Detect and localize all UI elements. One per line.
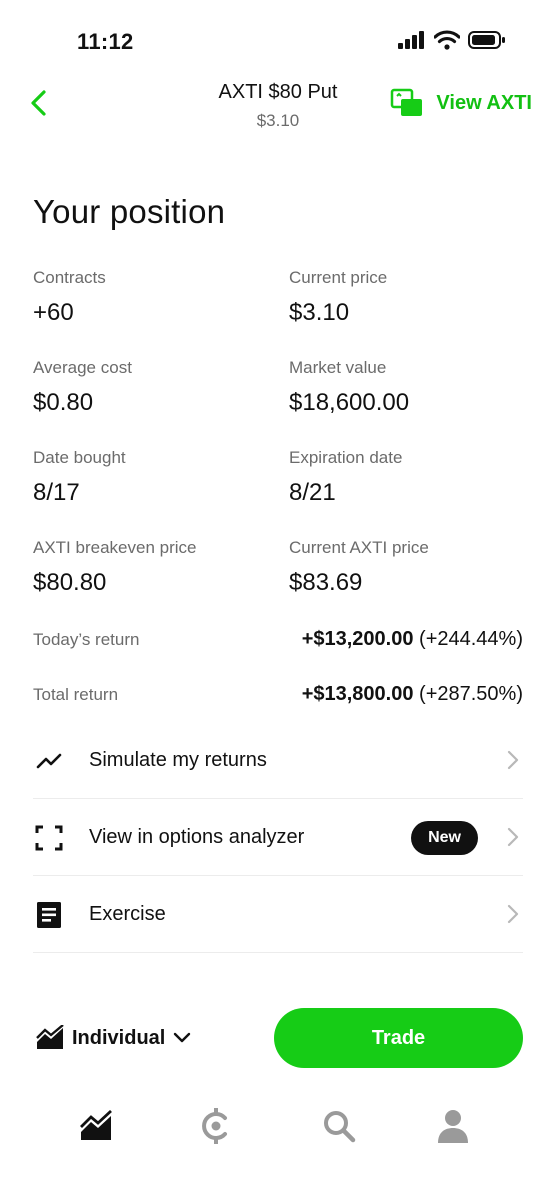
crypto-icon: [202, 1108, 227, 1144]
signal-icon: [398, 31, 424, 49]
trade-button[interactable]: Trade: [274, 1008, 523, 1068]
stat-label: Expiration date: [289, 448, 403, 467]
person-icon: [438, 1110, 468, 1143]
todays-return-amount: +$13,200.00: [301, 628, 414, 650]
wifi-icon: [434, 30, 460, 50]
status-time: 11:12: [77, 29, 134, 54]
stat-label: Date bought: [33, 448, 126, 467]
menu-label: View in options analyzer: [89, 826, 305, 848]
menu-label: Exercise: [89, 903, 166, 925]
account-label: Individual: [72, 1026, 166, 1049]
todays-return-percent: (+244.44%): [419, 628, 523, 650]
account-selector[interactable]: Individual: [36, 1025, 191, 1051]
stat-value: 8/21: [289, 479, 336, 506]
todays-return-label: Today’s return: [33, 630, 140, 649]
stat-current-stock-price: Current AXTI price $83.69: [289, 538, 429, 597]
stat-value: +60: [33, 299, 74, 326]
stat-label: Market value: [289, 358, 387, 377]
chevron-right-icon: [507, 904, 519, 924]
exercise-row[interactable]: Exercise: [33, 876, 523, 953]
header: AXTI $80 Put $3.10 View AXTI: [0, 78, 556, 138]
stat-breakeven-price: AXTI breakeven price $80.80: [33, 538, 196, 597]
stat-market-value: Market value $18,600.00: [289, 358, 409, 417]
stat-label: Contracts: [33, 268, 106, 287]
chevron-down-icon: [174, 1032, 191, 1043]
stat-label: Average cost: [33, 358, 132, 377]
stat-value: $80.80: [33, 569, 107, 596]
stat-average-cost: Average cost $0.80: [33, 358, 132, 417]
trend-line-icon: [36, 753, 62, 769]
total-return-value: +$13,800.00 (+287.50%): [302, 683, 523, 706]
battery-icon: [468, 31, 505, 49]
chevron-right-icon: [507, 750, 519, 770]
investing-chart-icon: [36, 1025, 64, 1049]
tab-investing[interactable]: [76, 1105, 116, 1147]
analyzer-frame-icon: [35, 825, 63, 851]
stat-value: $0.80: [33, 389, 94, 416]
stat-date-bought: Date bought 8/17: [33, 448, 126, 507]
stat-value: $83.69: [289, 569, 363, 596]
investing-chart-icon: [80, 1110, 112, 1140]
tab-account[interactable]: [433, 1105, 473, 1147]
todays-return-row: Today’s return +$13,200.00 (+244.44%): [33, 628, 523, 652]
total-return-row: Total return +$13,800.00 (+287.50%): [33, 683, 523, 707]
stat-value: $3.10: [289, 299, 350, 326]
view-stock-label: View AXTI: [436, 91, 532, 114]
total-return-percent: (+287.50%): [419, 683, 523, 705]
status-bar: 11:12: [0, 0, 556, 80]
simulate-returns-row[interactable]: Simulate my returns: [33, 722, 523, 799]
tab-search[interactable]: [319, 1105, 359, 1147]
new-badge: New: [411, 821, 478, 855]
stat-current-price: Current price $3.10: [289, 268, 387, 327]
chevron-right-icon: [507, 827, 519, 847]
stat-label: Current price: [289, 268, 388, 287]
stock-detail-icon: [391, 88, 423, 116]
section-title: Your position: [33, 193, 226, 230]
search-icon: [324, 1111, 356, 1143]
stat-contracts: Contracts +60: [33, 268, 106, 327]
tab-bar: [0, 1105, 556, 1155]
document-icon: [37, 902, 61, 928]
stat-value: $18,600.00: [289, 389, 410, 416]
stat-label: AXTI breakeven price: [33, 538, 197, 557]
total-return-label: Total return: [33, 685, 119, 704]
tab-crypto[interactable]: [196, 1105, 236, 1147]
options-analyzer-row[interactable]: View in options analyzer New: [33, 799, 523, 876]
todays-return-value: +$13,200.00 (+244.44%): [302, 628, 523, 651]
view-stock-link[interactable]: View AXTI: [390, 88, 532, 118]
stat-value: 8/17: [33, 479, 80, 506]
stat-label: Current AXTI price: [289, 538, 429, 557]
total-return-amount: +$13,800.00: [301, 683, 414, 705]
menu-label: Simulate my returns: [89, 749, 267, 771]
status-icons: [398, 30, 506, 50]
stat-expiration-date: Expiration date 8/21: [289, 448, 402, 507]
